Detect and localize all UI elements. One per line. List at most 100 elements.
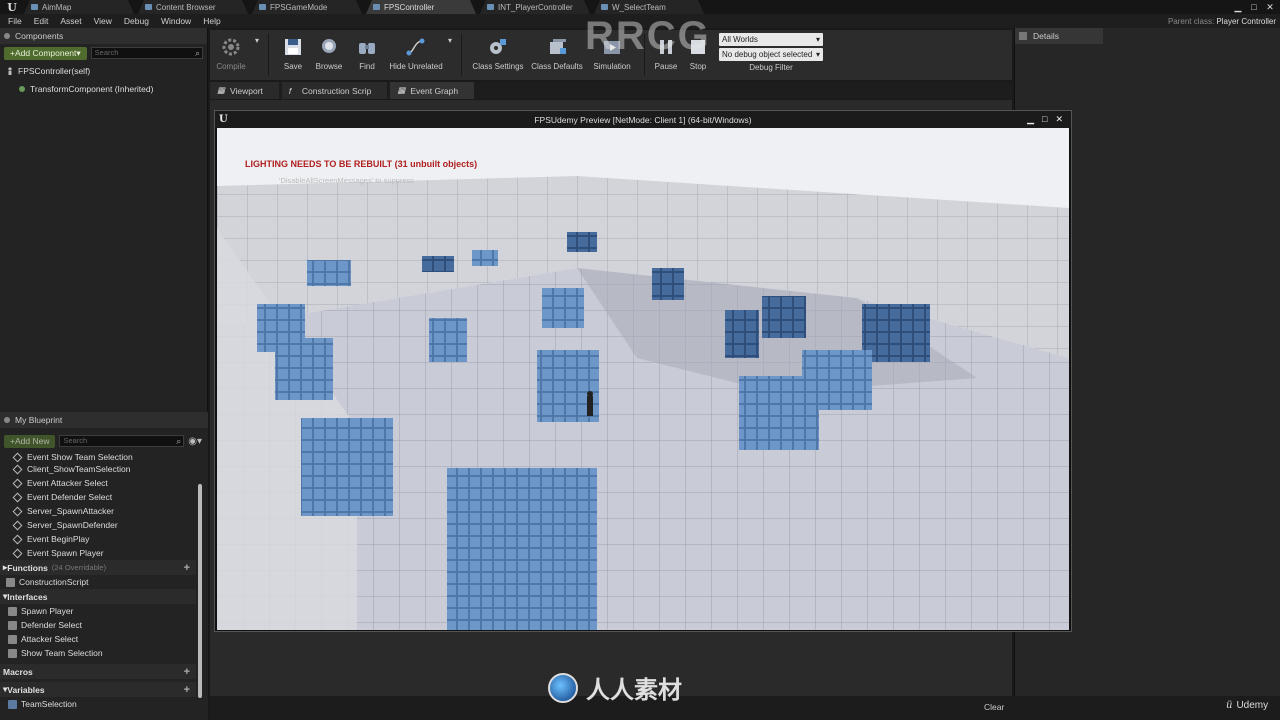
compile-button[interactable]: Compile xyxy=(210,30,252,80)
clear-button[interactable]: Clear xyxy=(984,702,1004,712)
maximize-icon[interactable]: □ xyxy=(1042,114,1047,125)
macros-section[interactable]: Macros + xyxy=(0,664,196,679)
menu-debug[interactable]: Debug xyxy=(118,16,155,26)
unreal-logo-icon: U xyxy=(7,0,17,14)
toolbar-divider xyxy=(644,34,645,76)
unreal-logo-icon: U xyxy=(219,114,228,125)
maximize-icon[interactable]: □ xyxy=(1248,2,1260,12)
menu-help[interactable]: Help xyxy=(197,16,226,26)
event-icon xyxy=(12,506,23,516)
search-icon: ⌕ xyxy=(194,48,200,58)
tab-fpsgamemode[interactable]: FPSGameMode xyxy=(252,0,362,14)
map-icon xyxy=(31,4,38,10)
status-bar xyxy=(210,696,1280,720)
list-item[interactable]: Event Attacker Select xyxy=(0,476,196,490)
list-item[interactable]: Server_SpawnAttacker xyxy=(0,504,196,518)
toolbar-divider xyxy=(268,34,269,76)
tab-viewport[interactable]: ▦ Viewport xyxy=(210,82,279,99)
chevron-down-icon: ▾ xyxy=(254,36,259,45)
graph-icon: ▦ xyxy=(397,85,406,95)
tab-aimmap[interactable]: AimMap xyxy=(24,0,134,14)
class-defaults-button[interactable]: Class Defaults xyxy=(528,30,586,80)
list-item[interactable]: TeamSelection xyxy=(0,697,196,711)
list-item[interactable]: Event Show Team Selection xyxy=(0,452,196,462)
component-root[interactable]: FPSController(self) xyxy=(0,62,207,80)
compile-options-dropdown[interactable]: ▾ xyxy=(252,30,262,80)
tab-construction-script[interactable]: f Construction Scrip xyxy=(281,82,388,99)
list-item[interactable]: ConstructionScript xyxy=(0,575,196,589)
game-viewport[interactable]: LIGHTING NEEDS TO BE REBUILT (31 unbuilt… xyxy=(217,128,1069,630)
components-icon xyxy=(4,33,10,39)
menu-edit[interactable]: Edit xyxy=(28,16,55,26)
tab-event-graph[interactable]: ▦ Event Graph xyxy=(390,82,475,99)
pie-title-bar: U FPSUdemy Preview [NetMode: Client 1] (… xyxy=(215,111,1071,128)
add-variable-icon[interactable]: + xyxy=(184,684,190,696)
details-tab[interactable]: Details xyxy=(1015,28,1103,44)
viewport-icon: ▦ xyxy=(217,85,226,95)
component-transform[interactable]: TransformComponent (Inherited) xyxy=(0,80,207,98)
parent-class-value[interactable]: Player Controller xyxy=(1216,17,1276,26)
eye-icon[interactable]: ◉▾ xyxy=(188,436,202,447)
event-icon xyxy=(12,492,23,502)
settings-gear-icon xyxy=(490,39,506,54)
menu-asset[interactable]: Asset xyxy=(54,16,87,26)
save-icon xyxy=(285,39,301,55)
list-item[interactable]: Event Defender Select xyxy=(0,490,196,504)
list-item[interactable]: Event Spawn Player xyxy=(0,546,196,560)
tab-w-selectteam[interactable]: W_SelectTeam xyxy=(594,0,704,14)
toolbar-divider xyxy=(461,34,462,76)
pause-button[interactable]: Pause xyxy=(651,30,681,80)
minimize-icon[interactable]: ▁ xyxy=(1232,2,1244,12)
stop-button[interactable]: Stop xyxy=(681,30,715,80)
debug-world-select[interactable]: All Worlds ▾ xyxy=(719,33,823,46)
function-icon xyxy=(8,648,17,658)
tab-fpscontroller[interactable]: FPSController xyxy=(366,0,476,14)
play-in-editor-window: U FPSUdemy Preview [NetMode: Client 1] (… xyxy=(214,110,1072,632)
menu-file[interactable]: File xyxy=(2,16,28,26)
save-button[interactable]: Save xyxy=(275,30,311,80)
list-item[interactable]: Event BeginPlay xyxy=(0,532,196,546)
close-icon[interactable]: ✕ xyxy=(1264,2,1276,12)
blueprint-toolbar: Compile ▾ Save Browse Find Hide Unrelate… xyxy=(210,30,1012,80)
menu-view[interactable]: View xyxy=(88,16,118,26)
list-item[interactable]: Spawn Player xyxy=(0,604,196,618)
list-item[interactable]: Client_ShowTeamSelection xyxy=(0,462,196,476)
widget-icon xyxy=(601,4,608,10)
functions-section[interactable]: ▸ Functions (24 Overridable) + xyxy=(0,560,196,575)
tab-int-playercontroller[interactable]: INT_PlayerController xyxy=(480,0,590,14)
debug-object-select[interactable]: No debug object selected ▾ xyxy=(719,48,823,61)
add-component-button[interactable]: +Add Component▾ xyxy=(4,46,87,60)
transform-icon xyxy=(19,86,25,92)
event-icon xyxy=(12,478,23,488)
simulation-icon xyxy=(604,41,620,54)
list-item[interactable]: Server_SpawnDefender xyxy=(0,518,196,532)
add-function-icon[interactable]: + xyxy=(184,562,190,574)
list-item[interactable]: Attacker Select xyxy=(0,632,196,646)
my-blueprint-search-input[interactable]: Search ⌕ xyxy=(59,435,185,447)
menu-window[interactable]: Window xyxy=(155,16,197,26)
list-item[interactable]: Defender Select xyxy=(0,618,196,632)
variables-section[interactable]: ▾ Variables + xyxy=(0,682,196,697)
hide-unrelated-dropdown[interactable]: ▾ xyxy=(445,30,455,80)
hide-unrelated-button[interactable]: Hide Unrelated xyxy=(387,30,445,80)
browse-button[interactable]: Browse xyxy=(311,30,347,80)
minimize-icon[interactable]: ▁ xyxy=(1027,114,1034,125)
add-macro-icon[interactable]: + xyxy=(184,666,190,678)
add-new-button[interactable]: +Add New xyxy=(4,434,56,448)
interfaces-section[interactable]: ▾ Interfaces xyxy=(0,589,196,604)
my-blueprint-panel: My Blueprint +Add New Search ⌕ ◉▾ Event S… xyxy=(0,412,208,720)
class-settings-button[interactable]: Class Settings xyxy=(468,30,528,80)
scrollbar[interactable] xyxy=(198,484,202,698)
defaults-icon xyxy=(550,39,566,54)
list-item[interactable]: Show Team Selection xyxy=(0,646,196,660)
close-icon[interactable]: ✕ xyxy=(1055,114,1063,125)
simulation-button[interactable]: Simulation xyxy=(586,30,638,80)
blueprint-icon xyxy=(4,417,10,423)
variable-icon xyxy=(8,699,17,709)
components-search-input[interactable]: Search ⌕ xyxy=(90,47,203,59)
menu-bar: File Edit Asset View Debug Window Help P… xyxy=(0,14,1280,28)
find-button[interactable]: Find xyxy=(347,30,387,80)
interface-icon xyxy=(487,4,494,10)
stop-icon xyxy=(691,40,705,54)
tab-content-browser[interactable]: Content Browser xyxy=(138,0,248,14)
